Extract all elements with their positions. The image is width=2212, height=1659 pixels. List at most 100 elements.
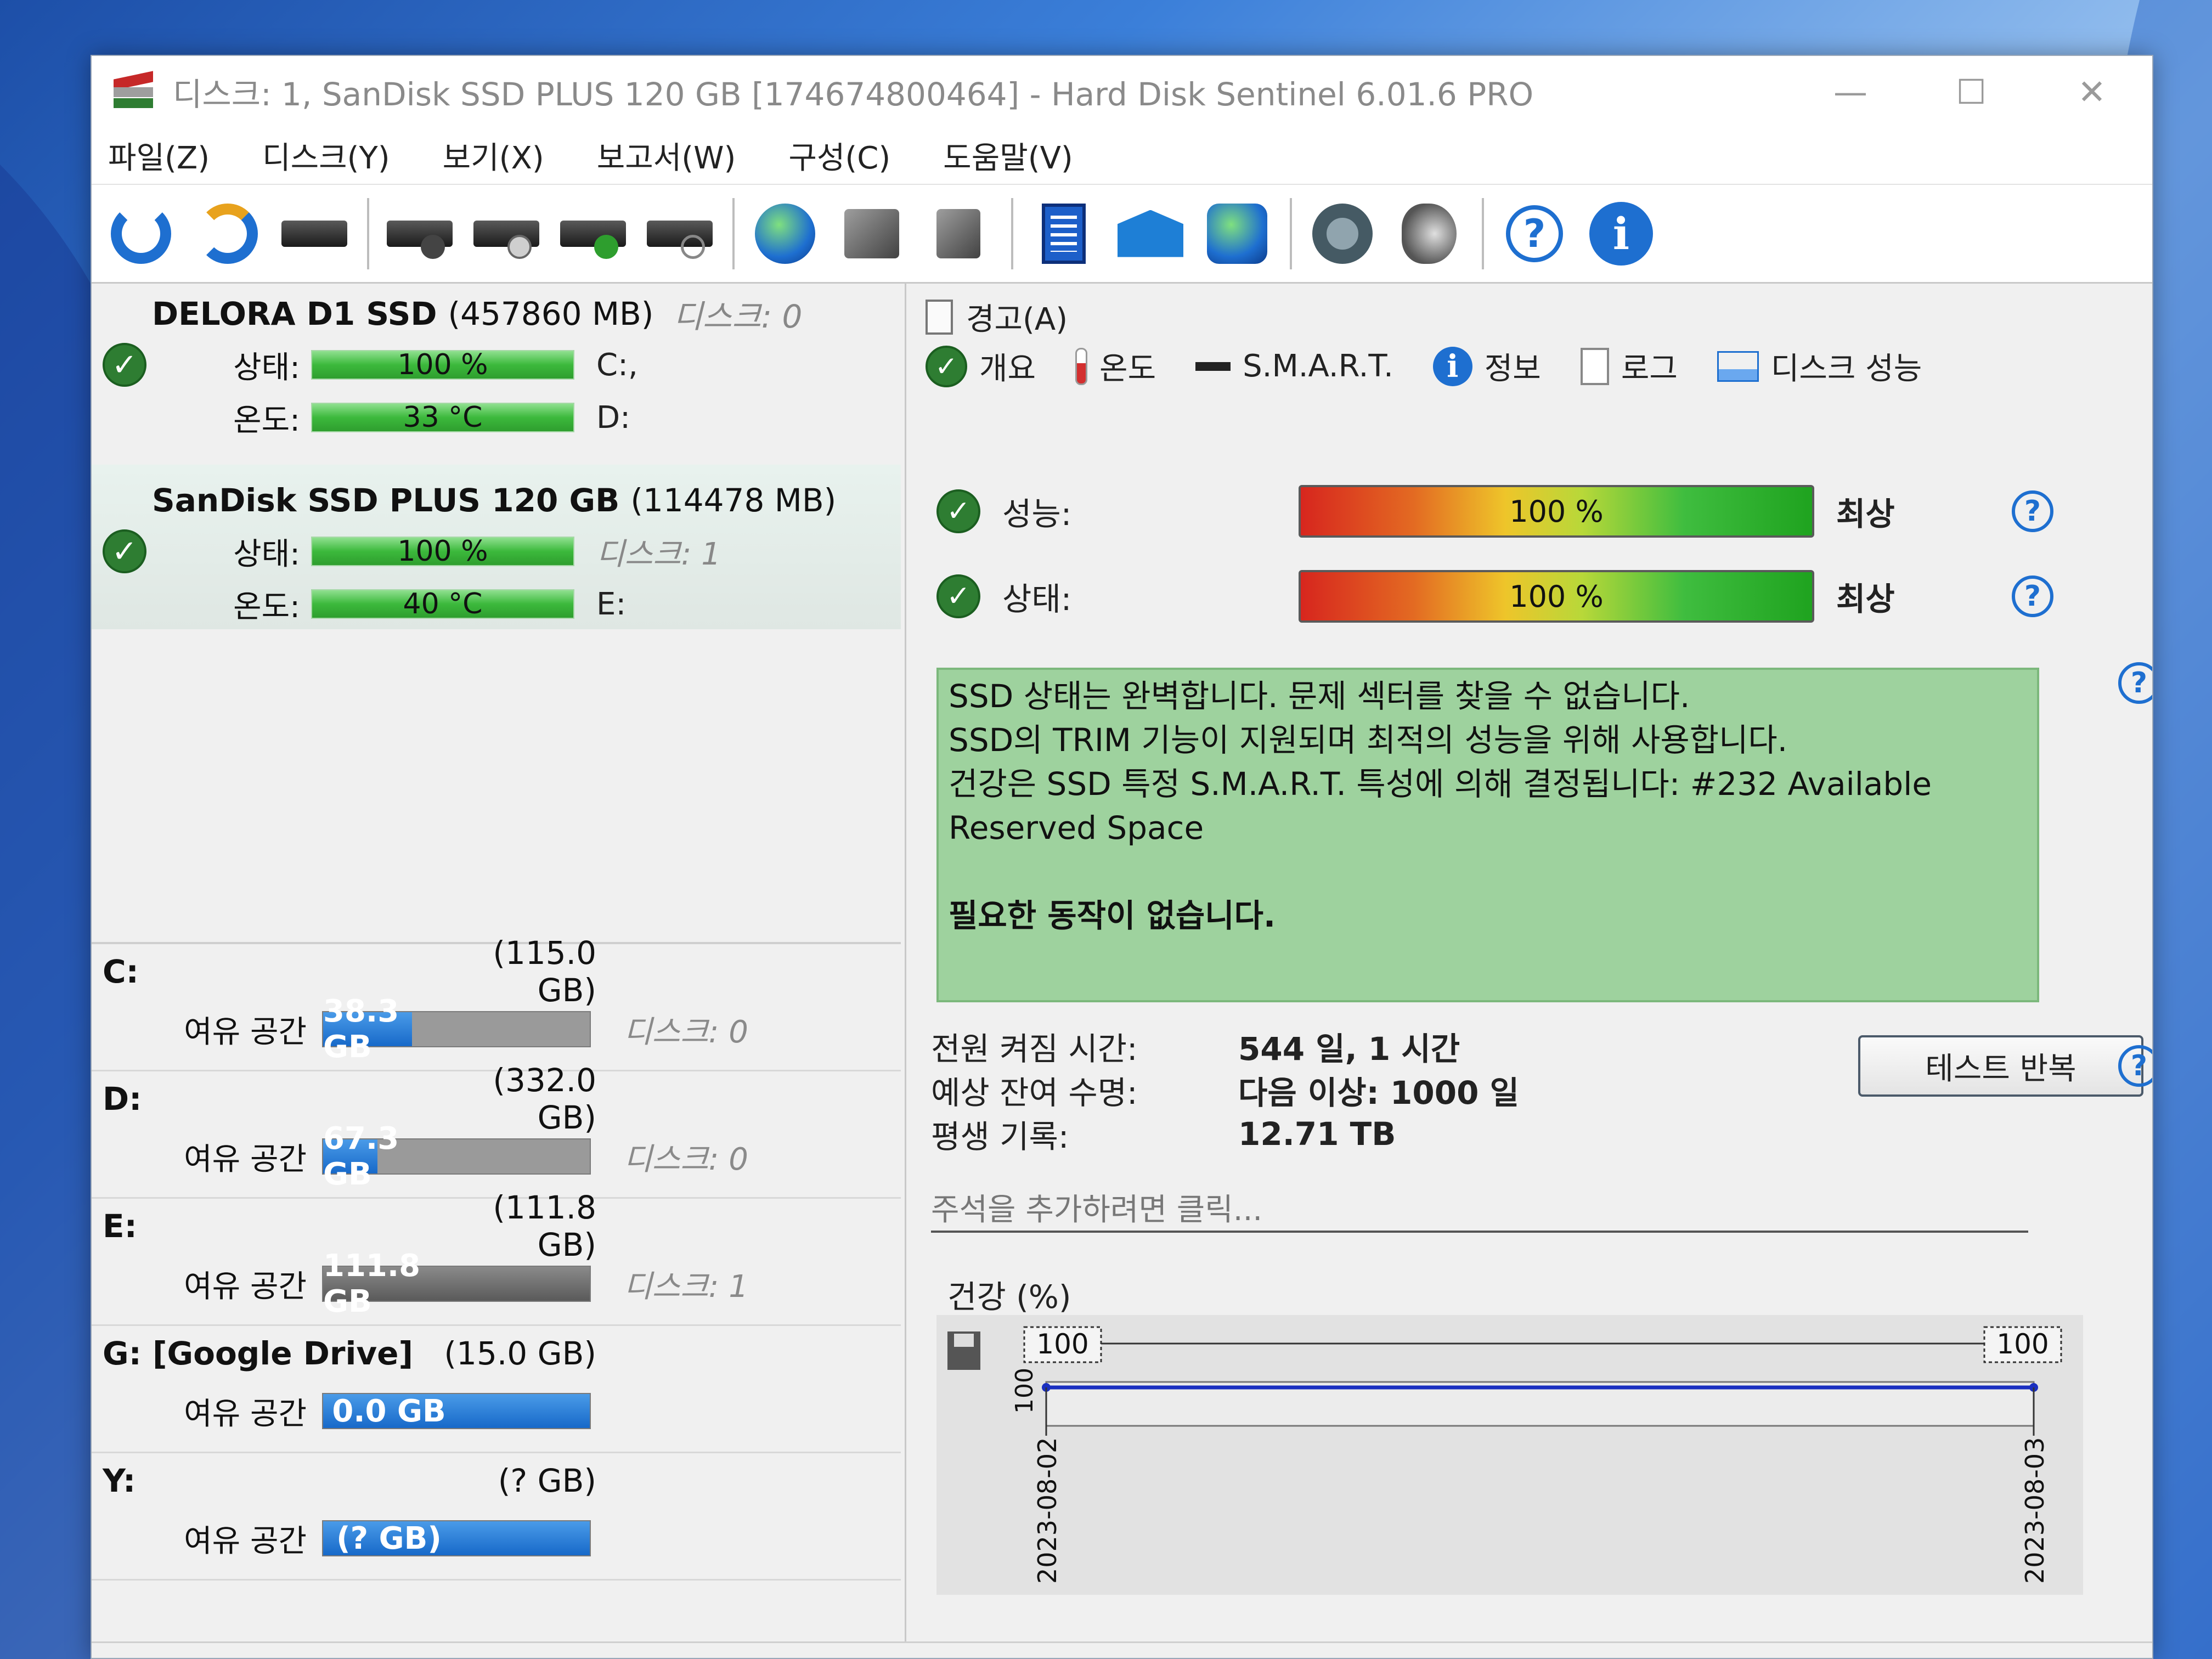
network-drive-button[interactable] <box>833 193 910 275</box>
drive-timer-icon <box>473 220 539 259</box>
disk-item-0[interactable]: DELORA D1 SSD (457860 MB) 디스크: 0 ✓ 상태: 1… <box>92 289 901 444</box>
help-icon[interactable]: ? <box>2012 575 2053 617</box>
data-label: 100 <box>1036 1328 1088 1360</box>
volume-item[interactable]: E: (111.8 GB) 여유 공간 111.8 GB 디스크: 1 <box>92 1189 901 1326</box>
volume-item[interactable]: C: (115.0 GB) 여유 공간 38.3 GB 디스크: 0 <box>92 934 901 1071</box>
help-icon: ? <box>1506 205 1563 262</box>
volume-name: E: <box>103 1207 137 1245</box>
close-button[interactable]: ✕ <box>2032 56 2152 127</box>
free-space-bar: (? GB) <box>322 1520 591 1556</box>
refresh-button[interactable] <box>103 193 179 275</box>
help-button[interactable]: ? <box>1496 193 1573 275</box>
lifetime-writes-value: 12.71 TB <box>1238 1115 1396 1153</box>
ok-check-icon: ✓ <box>936 489 980 533</box>
mail-button[interactable] <box>1112 193 1189 275</box>
network-icon <box>1207 203 1267 264</box>
drive-check-button[interactable] <box>381 193 458 275</box>
minimize-button[interactable]: — <box>1790 56 1911 127</box>
volume-item[interactable]: Y: (? GB) 여유 공간 (? GB) <box>92 1453 901 1581</box>
menu-view[interactable]: 보기(X) <box>443 133 544 178</box>
tab-disk-performance[interactable]: 디스크 성능 <box>1717 344 1922 388</box>
free-space-value: 38.3 GB <box>323 994 399 1065</box>
menu-config[interactable]: 구성(C) <box>788 133 890 178</box>
repeat-test-button[interactable]: 테스트 반복 <box>1858 1035 2143 1097</box>
volume-size: (111.8 GB) <box>493 1189 596 1263</box>
disk-item-1[interactable]: SanDisk SSD PLUS 120 GB (114478 MB) ✓ 상태… <box>92 476 901 630</box>
menu-file[interactable]: 파일(Z) <box>108 133 210 178</box>
volume-name: C: <box>103 953 139 990</box>
report-button[interactable] <box>1025 193 1102 275</box>
volume-item[interactable]: G: [Google Drive] (15.0 GB) 여유 공간 0.0 GB <box>92 1326 901 1453</box>
status-label: 상태: <box>233 349 300 386</box>
drive-search-icon <box>647 220 713 259</box>
sound-button[interactable] <box>1391 193 1468 275</box>
toolbar-separator <box>367 198 369 269</box>
help-icon[interactable]: ? <box>2012 490 2053 532</box>
help-icon[interactable]: ? <box>2118 662 2152 704</box>
comment-field[interactable]: 주석을 추가하려면 클릭... <box>931 1183 2028 1233</box>
app-window: 디스크: 1, SanDisk SSD PLUS 120 GB [1746748… <box>91 55 2153 1659</box>
volume-size: (115.0 GB) <box>493 934 596 1009</box>
power-on-label: 전원 켜짐 시간: <box>931 1030 1138 1068</box>
maximize-button[interactable]: ☐ <box>1911 56 2032 127</box>
x-tick-label: 2023-08-03 <box>2020 1437 2050 1584</box>
tab-smart[interactable]: S.M.A.R.T. <box>1195 348 1393 384</box>
volume-item[interactable]: D: (332.0 GB) 여유 공간 67.3 GB 디스크: 0 <box>92 1062 901 1199</box>
volume-name: D: <box>103 1080 142 1118</box>
volume-size: (15.0 GB) <box>444 1335 596 1372</box>
health-chart-svg: 100 2023-08-02 100 2023-08-03 100 <box>947 1326 2062 1584</box>
settings-button[interactable] <box>1304 193 1381 275</box>
drive-search-button[interactable] <box>641 193 718 275</box>
alert-tab-label: 경고(A) <box>966 302 1068 337</box>
mail-icon <box>1118 210 1183 257</box>
alert-document-icon <box>926 299 953 335</box>
volume-label: E: <box>596 586 627 622</box>
menu-report[interactable]: 보고서(W) <box>597 133 736 178</box>
toolbar-separator <box>732 198 735 269</box>
free-space-value: 67.3 GB <box>323 1121 399 1192</box>
ok-check-icon: ✓ <box>936 574 980 618</box>
usb-drive-button[interactable] <box>920 193 997 275</box>
network-button[interactable] <box>1199 193 1276 275</box>
refresh-alert-button[interactable] <box>189 193 266 275</box>
alert-tab[interactable]: 경고(A) <box>926 295 1068 339</box>
menu-help[interactable]: 도움말(V) <box>943 133 1073 178</box>
volume-disk: 디스크: 0 <box>624 1141 748 1177</box>
info-button[interactable]: i <box>1583 193 1660 275</box>
free-space-value: 0.0 GB <box>332 1393 446 1429</box>
volume-list: C: (115.0 GB) 여유 공간 38.3 GB 디스크: 0 D: (332… <box>92 934 901 1658</box>
info-icon: i <box>1432 346 1472 386</box>
tab-log[interactable]: 로그 <box>1580 344 1678 388</box>
refresh-alert-icon <box>198 203 258 264</box>
tab-label: 디스크 성능 <box>1770 351 1922 387</box>
temperature-bar: 40 °C <box>311 588 574 620</box>
volume-name: G: [Google Drive] <box>103 1335 414 1372</box>
status-bar: 100 % <box>311 348 574 381</box>
drive-timer-button[interactable] <box>468 193 545 275</box>
disk-info-grid: 전원 켜짐 시간: 544 일, 1 시간 예상 잔여 수명: 다음 이상: 100… <box>931 1024 1519 1156</box>
tab-label: 개요 <box>979 351 1036 387</box>
health-row: ✓ 상태: 100 % 최상 ? <box>926 566 2152 627</box>
drive-list-button[interactable] <box>276 193 353 275</box>
disk-name: SanDisk SSD PLUS 120 GB <box>152 482 620 519</box>
free-space-value: 111.8 GB <box>323 1248 421 1319</box>
tab-overview[interactable]: ✓ 개요 <box>926 344 1036 388</box>
volume-disk: 디스크: 0 <box>624 1014 748 1050</box>
thermometer-icon <box>1075 347 1088 385</box>
volume-name: Y: <box>103 1462 136 1499</box>
free-space-bar: 111.8 GB <box>322 1248 591 1319</box>
health-label: 상태: <box>1002 580 1072 618</box>
menu-disk[interactable]: 디스크(Y) <box>262 133 390 178</box>
globe-drive-button[interactable] <box>747 193 823 275</box>
volume-disk: 디스크: 1 <box>624 1268 748 1305</box>
free-space-bar: 67.3 GB <box>322 1121 591 1192</box>
message-line: Reserved Space <box>949 809 1204 847</box>
tab-temperature[interactable]: 온도 <box>1075 344 1156 388</box>
smart-icon <box>1195 362 1231 371</box>
tab-info[interactable]: i 정보 <box>1432 344 1541 388</box>
ok-check-icon: ✓ <box>103 343 146 387</box>
status-bar: 100 % <box>311 535 574 568</box>
drive-ok-button[interactable] <box>555 193 631 275</box>
disk-number: 디스크: 1 <box>596 536 721 572</box>
check-icon: ✓ <box>926 345 967 387</box>
